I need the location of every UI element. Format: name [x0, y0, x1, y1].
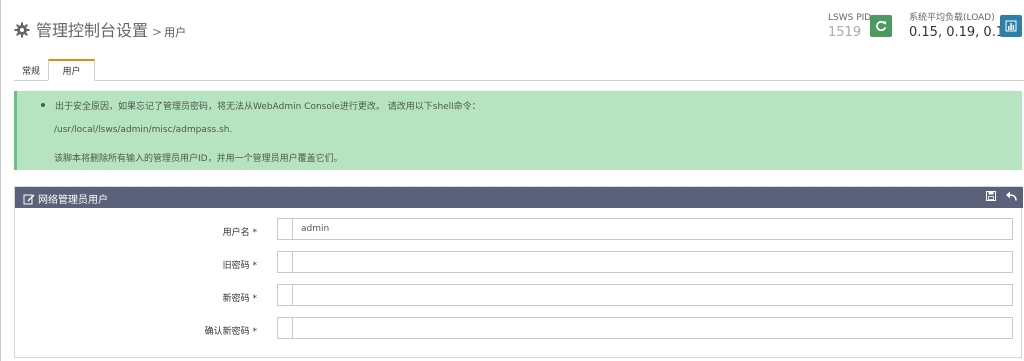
form-row-confirm-password: 确认新密码 * — [15, 317, 1021, 341]
username-field — [277, 218, 1013, 240]
pid-label: LSWS PID — [828, 13, 872, 23]
refresh-icon — [876, 20, 887, 32]
load-value: 0.15, 0.19, 0.17 — [909, 25, 1013, 40]
panel-header: 网络管理员用户 — [15, 187, 1023, 208]
confirm-password-field — [277, 317, 1013, 339]
form-row-username: 用户名 * — [15, 218, 1021, 242]
notice-bullet: 出于安全原因，如果忘记了管理员密码，将无法从WebAdmin Console进行… — [41, 99, 481, 112]
restart-button[interactable] — [870, 15, 892, 37]
panel-title-area: 网络管理员用户 — [23, 191, 108, 206]
panel-actions — [986, 191, 1017, 201]
title-area: 管理控制台设置 > 用户 — [14, 17, 186, 41]
panel-title: 网络管理员用户 — [38, 195, 108, 206]
tab-users[interactable]: 用户 — [48, 59, 95, 81]
page-title: 管理控制台设置 — [36, 21, 149, 40]
gear-icon — [14, 22, 30, 38]
breadcrumb-current: 用户 — [164, 26, 187, 39]
bar-chart-icon — [1005, 20, 1017, 32]
field-addon — [278, 219, 293, 239]
old-password-field — [277, 251, 1013, 273]
form-row-new-password: 新密码 * — [15, 284, 1021, 308]
new-password-input[interactable] — [301, 285, 1001, 305]
undo-icon[interactable] — [1006, 191, 1017, 201]
notice-line-2: /usr/local/lsws/admin/misc/admpass.sh. — [54, 125, 233, 135]
bullet-dot — [41, 103, 45, 107]
save-icon[interactable] — [986, 191, 996, 201]
confirm-password-label: 确认新密码 * — [204, 327, 257, 337]
page-header: 管理控制台设置 > 用户 LSWS PID 1519 系统平均负载(LOAD) … — [0, 0, 1024, 58]
username-label: 用户名 * — [222, 228, 257, 238]
field-addon — [278, 285, 293, 305]
breadcrumb-separator: > — [152, 25, 163, 39]
security-notice: 出于安全原因，如果忘记了管理员密码，将无法从WebAdmin Console进行… — [14, 91, 1022, 170]
form-row-old-password: 旧密码 * — [15, 251, 1021, 275]
field-addon — [278, 252, 293, 272]
notice-line-1: 出于安全原因，如果忘记了管理员密码，将无法从WebAdmin Console进行… — [55, 102, 481, 112]
field-addon — [278, 318, 293, 338]
notice-line-3: 该脚本将删除所有输入的管理员用户ID，并用一个管理员用户覆盖它们。 — [54, 154, 343, 164]
edit-icon — [23, 194, 35, 204]
new-password-field — [277, 284, 1013, 306]
tab-general[interactable]: 常规 — [14, 60, 48, 81]
new-password-label: 新密码 * — [222, 294, 257, 304]
pid-value: 1519 — [828, 25, 862, 40]
load-chart-button[interactable] — [1000, 15, 1022, 37]
admin-users-panel: 网络管理员用户 用户名 * 旧密码 * 新密码 * — [14, 186, 1023, 358]
load-label: 系统平均负载(LOAD) — [909, 13, 995, 23]
username-input[interactable] — [301, 219, 1001, 239]
tab-bar: 常规 用户 — [14, 59, 1024, 81]
confirm-password-input[interactable] — [301, 318, 1001, 338]
old-password-input[interactable] — [301, 252, 1001, 272]
pid-stat: LSWS PID 1519 — [828, 13, 871, 41]
load-stat: 系统平均负载(LOAD) 0.15, 0.19, 0.17 — [909, 13, 1012, 41]
old-password-label: 旧密码 * — [222, 261, 257, 271]
